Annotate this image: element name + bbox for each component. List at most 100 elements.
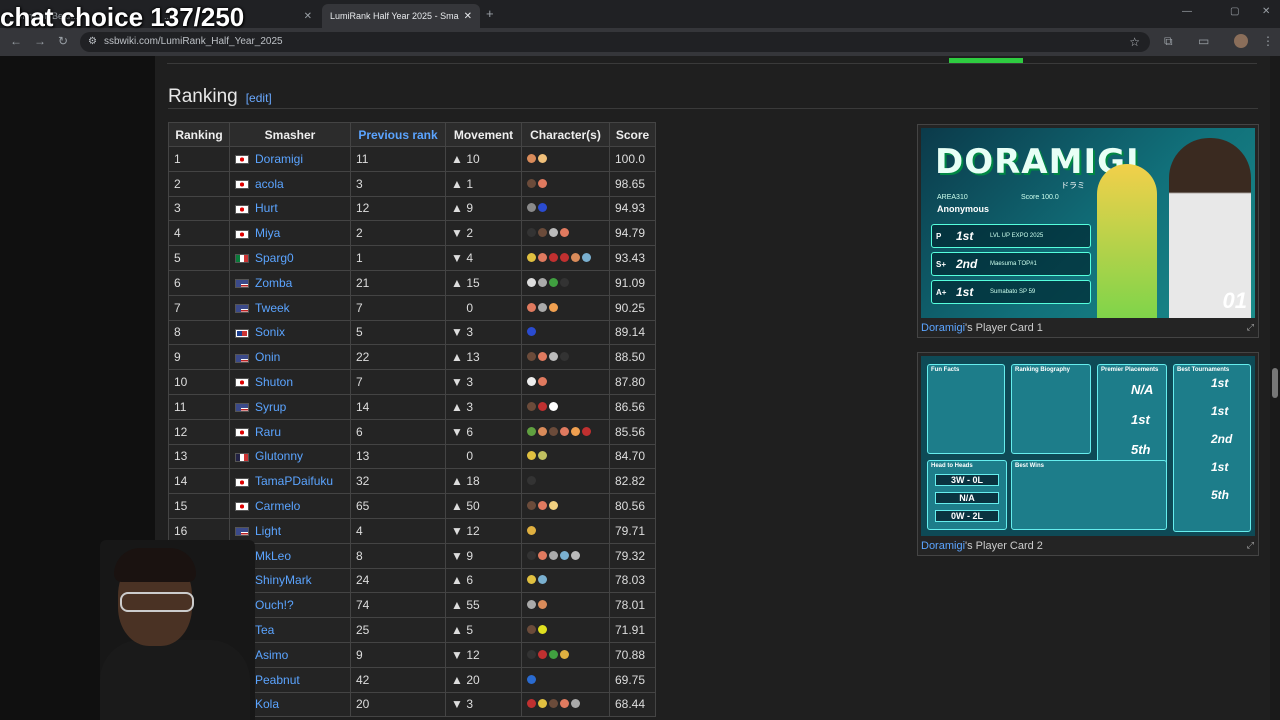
forward-icon[interactable]: → [34,34,46,48]
minimize-icon[interactable]: — [1182,6,1192,17]
character-icon[interactable] [560,352,569,362]
character-icon[interactable] [538,451,547,461]
bookmark-star-icon[interactable]: ☆ [1129,32,1140,52]
caption-link[interactable]: Doramigi [921,322,965,334]
smasher-link[interactable]: Light [255,524,281,538]
character-icon[interactable] [538,377,547,387]
character-icon[interactable] [538,302,547,312]
character-icon[interactable] [549,302,558,312]
smasher-link[interactable]: Carmelo [255,499,300,513]
smasher-link[interactable]: MkLeo [255,549,291,563]
character-icon[interactable] [549,649,558,659]
smasher-link[interactable]: TamaPDaifuku [255,474,333,488]
expand-icon[interactable]: ⤢ [1247,540,1254,551]
character-icon[interactable] [549,550,558,560]
character-icon[interactable] [527,178,536,188]
character-icon[interactable] [527,203,536,213]
character-icon[interactable] [527,649,536,659]
player-card-2-image[interactable]: Fun Facts Ranking Biography Premier Placem… [921,356,1255,536]
expand-icon[interactable]: ⤢ [1247,322,1254,333]
character-icon[interactable] [527,600,536,610]
smasher-link[interactable]: Doramigi [255,152,303,166]
extensions-icon[interactable]: ⧉ [1164,34,1173,49]
smasher-link[interactable]: Sparg0 [255,251,294,265]
character-icon[interactable] [538,178,547,188]
character-icon[interactable] [571,253,580,263]
smasher-link[interactable]: Syrup [255,400,286,414]
character-icon[interactable] [527,327,536,337]
smasher-link[interactable]: Hurt [255,201,278,215]
character-icon[interactable] [571,699,580,709]
character-icon[interactable] [549,501,558,511]
smasher-link[interactable]: Asimo [255,648,288,662]
close-window-icon[interactable]: ✕ [1262,6,1270,17]
character-icon[interactable] [527,501,536,511]
character-icon[interactable] [549,253,558,263]
scrollbar-thumb[interactable] [1272,368,1278,398]
reload-icon[interactable]: ↻ [58,34,68,48]
smasher-link[interactable]: Zomba [255,276,292,290]
sidepanel-icon[interactable]: ▭ [1198,34,1209,48]
smasher-link[interactable]: Tea [255,623,274,637]
character-icon[interactable] [560,649,569,659]
smasher-link[interactable]: ShinyMark [255,573,312,587]
character-icon[interactable] [538,203,547,213]
profile-avatar[interactable] [1234,34,1248,48]
character-icon[interactable] [527,228,536,238]
character-icon[interactable] [538,600,547,610]
close-icon[interactable]: ✕ [304,11,312,22]
character-icon[interactable] [560,550,569,560]
character-icon[interactable] [538,352,547,362]
smasher-link[interactable]: Raru [255,425,281,439]
close-icon[interactable]: ✕ [464,11,472,22]
player-card-1-image[interactable]: DORAMIGI ドラミ AREA310 Anonymous Score 100… [921,128,1255,318]
smasher-link[interactable]: Shuton [255,375,293,389]
tab-active[interactable]: LumiRank Half Year 2025 - Sma ✕ [322,4,480,28]
character-icon[interactable] [527,575,536,585]
caption-link[interactable]: Doramigi [921,540,965,552]
character-icon[interactable] [560,426,569,436]
edit-link[interactable]: [edit] [246,91,272,105]
character-icon[interactable] [538,699,547,709]
smasher-link[interactable]: Sonix [255,325,285,339]
character-icon[interactable] [527,674,536,684]
back-icon[interactable]: ← [10,34,22,48]
smasher-link[interactable]: Peabnut [255,673,300,687]
character-icon[interactable] [549,401,558,411]
character-icon[interactable] [538,153,547,163]
character-icon[interactable] [527,377,536,387]
character-icon[interactable] [560,699,569,709]
character-icon[interactable] [582,426,591,436]
character-icon[interactable] [527,401,536,411]
character-icon[interactable] [571,426,580,436]
character-icon[interactable] [549,277,558,287]
character-icon[interactable] [549,426,558,436]
character-icon[interactable] [560,277,569,287]
character-icon[interactable] [538,401,547,411]
smasher-link[interactable]: Ouch!? [255,598,294,612]
character-icon[interactable] [527,302,536,312]
new-tab-icon[interactable]: + [486,6,494,21]
smasher-link[interactable]: Miya [255,226,280,240]
character-icon[interactable] [538,253,547,263]
character-icon[interactable] [549,699,558,709]
character-icon[interactable] [538,277,547,287]
character-icon[interactable] [571,550,580,560]
character-icon[interactable] [527,699,536,709]
site-info-icon[interactable]: ⚙ [88,32,97,52]
character-icon[interactable] [538,426,547,436]
character-icon[interactable] [538,501,547,511]
smasher-link[interactable]: Glutonny [255,449,303,463]
address-bar[interactable]: ⚙ ssbwiki.com/LumiRank_Half_Year_2025 ☆ [80,32,1150,52]
character-icon[interactable] [549,228,558,238]
menu-icon[interactable]: ⋮ [1262,34,1274,48]
col-previous-rank[interactable]: Previous rank [350,122,446,147]
character-icon[interactable] [527,426,536,436]
character-icon[interactable] [538,625,547,635]
character-icon[interactable] [527,550,536,560]
character-icon[interactable] [527,352,536,362]
character-icon[interactable] [549,352,558,362]
character-icon[interactable] [560,228,569,238]
character-icon[interactable] [538,575,547,585]
smasher-link[interactable]: Onin [255,350,280,364]
